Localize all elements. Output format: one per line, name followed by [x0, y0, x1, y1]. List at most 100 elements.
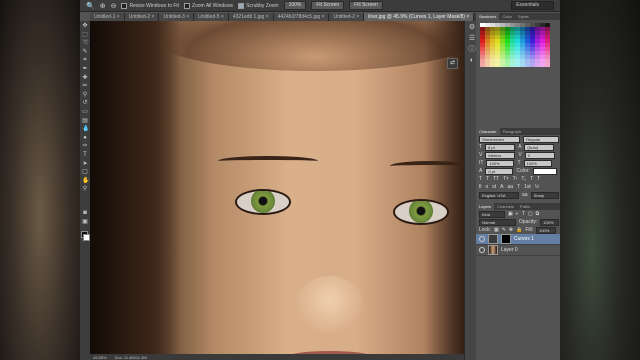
zoom-all-checkbox[interactable]: Zoom All Windows — [183, 2, 233, 9]
scrubby-zoom-checkbox[interactable]: Scrubby Zoom — [238, 2, 279, 9]
document-tab[interactable]: Untitled-3 × — [159, 13, 195, 21]
zoom-in-icon[interactable]: ⊕ — [100, 2, 106, 10]
font-size-field[interactable]: 8 pt — [485, 143, 516, 151]
horizontal-scale-field[interactable]: 100% — [523, 159, 552, 167]
subscript-icon[interactable]: T₁ — [521, 176, 526, 182]
lock-paint-icon[interactable]: ✎ — [502, 227, 506, 233]
zoom-level[interactable]: 45.85% — [93, 355, 107, 360]
tab-layers[interactable]: Layers — [476, 203, 495, 210]
hand-tool-icon[interactable]: ✋ — [82, 178, 89, 184]
clone-stamp-tool-icon[interactable]: ⚲ — [82, 92, 88, 98]
blur-tool-icon[interactable]: 💧 — [82, 126, 89, 132]
history-brush-tool-icon[interactable]: ↺ — [82, 100, 88, 106]
document-tab-active[interactable]: liner.jpg @ 45.9% (Curves 1, Layer Mask/… — [364, 13, 475, 21]
properties-float-icon[interactable]: ⇄ — [447, 58, 458, 69]
adjustments-panel-icon[interactable]: ◐ — [468, 57, 476, 65]
blend-mode-select[interactable]: Normal — [479, 218, 516, 226]
swatch-cell[interactable] — [545, 63, 550, 67]
strikethrough-icon[interactable]: T — [537, 176, 540, 182]
kerning-field[interactable]: Metrics — [485, 151, 516, 159]
small-caps-icon[interactable]: Tт — [503, 176, 508, 182]
document-tab[interactable]: Untitled-5 × — [194, 13, 229, 21]
quick-select-tool-icon[interactable]: ✎ — [82, 49, 88, 55]
zoom-tool-icon[interactable]: 🔍 — [86, 2, 95, 10]
layer-name[interactable]: Layer 0 — [501, 247, 518, 253]
filter-pixel-icon[interactable]: ▣ — [508, 211, 513, 217]
shape-tool-icon[interactable]: ▢ — [82, 169, 88, 175]
resize-windows-checkbox[interactable]: Resize Windows to Fit — [121, 2, 179, 9]
font-style-select[interactable]: Regular — [523, 135, 559, 143]
zoom-tool-icon[interactable]: ⚲ — [82, 186, 88, 192]
document-tab[interactable]: 4321edit 1.jpg × — [228, 13, 274, 21]
faux-bold-icon[interactable]: T — [479, 176, 482, 182]
layer-row-curves[interactable]: Curves 1 — [476, 234, 560, 245]
move-tool-icon[interactable]: ✥ — [82, 23, 88, 29]
tab-swatches[interactable]: Swatches — [476, 13, 500, 20]
gradient-tool-icon[interactable]: ▤ — [82, 118, 88, 124]
zoom-100-button[interactable]: 100% — [283, 1, 307, 10]
marquee-tool-icon[interactable]: ⬚ — [82, 32, 88, 38]
healing-brush-tool-icon[interactable]: ✚ — [82, 75, 88, 81]
lock-all-icon[interactable]: 🔒 — [516, 227, 522, 233]
document-tab[interactable]: 4424b1f78d4c5.jpg × — [273, 13, 330, 21]
properties-panel-icon[interactable]: ☰ — [468, 35, 476, 43]
layer-row-layer0[interactable]: Layer 0 — [476, 245, 560, 256]
antialias-select[interactable]: Sharp — [530, 191, 559, 199]
layer-name[interactable]: Curves 1 — [514, 236, 534, 242]
tab-paths[interactable]: Paths — [517, 203, 533, 210]
fractions-icon[interactable]: 1st — [524, 184, 531, 190]
tab-character[interactable]: Character — [476, 128, 500, 135]
type-tool-icon[interactable]: T — [82, 152, 88, 158]
document-tab[interactable]: Untitled-2 × — [329, 13, 365, 21]
tab-color[interactable]: Color — [499, 13, 515, 20]
lock-move-icon[interactable]: ✥ — [509, 227, 513, 233]
fit-screen-button[interactable]: Fit Screen — [311, 1, 345, 10]
lasso-tool-icon[interactable]: ➰ — [82, 40, 89, 46]
vertical-scale-field[interactable]: 100% — [486, 159, 515, 167]
workspace-dropdown[interactable]: Essentials — [511, 1, 554, 10]
layer-visibility-icon[interactable] — [479, 236, 485, 242]
ordinals-icon[interactable]: T — [517, 184, 520, 190]
tab-channels[interactable]: Channels — [494, 203, 517, 210]
path-select-tool-icon[interactable]: ➤ — [82, 161, 88, 167]
baseline-field[interactable]: 0 pt — [485, 167, 514, 175]
filter-shape-icon[interactable]: ▢ — [528, 211, 533, 217]
swatches-grid[interactable] — [476, 20, 560, 70]
superscript-icon[interactable]: T¹ — [513, 176, 518, 182]
document-tab[interactable]: Untitled-1 × — [90, 13, 125, 21]
old-style-icon[interactable]: o — [486, 184, 489, 190]
eyedropper-tool-icon[interactable]: ✒ — [82, 66, 88, 72]
all-caps-icon[interactable]: TT — [493, 176, 499, 182]
ligatures-icon[interactable]: fi — [479, 184, 482, 190]
leading-field[interactable]: (Auto) — [524, 143, 555, 151]
quick-mask-icon[interactable]: ◙ — [82, 210, 88, 216]
brush-tool-icon[interactable]: ✏ — [82, 83, 88, 89]
tracking-field[interactable]: 0 — [524, 151, 555, 159]
text-color-swatch[interactable] — [532, 167, 557, 175]
filter-smart-icon[interactable]: ⧉ — [536, 211, 540, 217]
lock-pixels-icon[interactable]: ▦ — [494, 227, 499, 233]
half-icon[interactable]: ½ — [535, 184, 539, 190]
screen-mode-icon[interactable]: ▣ — [82, 219, 88, 225]
faux-italic-icon[interactable]: T — [486, 176, 489, 182]
document-tab[interactable]: Untitled-2 × — [124, 13, 160, 21]
fill-field[interactable]: 100% — [536, 226, 557, 234]
font-family-select[interactable]: Streamlinien — [479, 135, 521, 143]
alternates-icon[interactable]: A — [500, 184, 503, 190]
fill-screen-button[interactable]: Fill Screen — [349, 1, 383, 10]
layer-visibility-icon[interactable] — [479, 247, 485, 253]
info-panel-icon[interactable]: ⓘ — [468, 46, 476, 54]
history-panel-icon[interactable]: ⚙ — [468, 24, 476, 32]
layer-mask-thumbnail[interactable] — [501, 234, 511, 244]
titling-icon[interactable]: aa — [508, 184, 514, 190]
underline-icon[interactable]: T — [530, 176, 533, 182]
filter-type-icon[interactable]: T — [522, 211, 525, 217]
background-color-swatch[interactable] — [83, 234, 90, 241]
crop-tool-icon[interactable]: ⌗ — [82, 57, 88, 63]
pen-tool-icon[interactable]: ✑ — [82, 143, 88, 149]
swash-icon[interactable]: st — [492, 184, 496, 190]
opacity-field[interactable]: 100% — [540, 218, 559, 226]
filter-adjust-icon[interactable]: ◐ — [516, 211, 519, 217]
eraser-tool-icon[interactable]: ▭ — [82, 109, 88, 115]
tab-paragraph[interactable]: Paragraph — [500, 128, 525, 135]
